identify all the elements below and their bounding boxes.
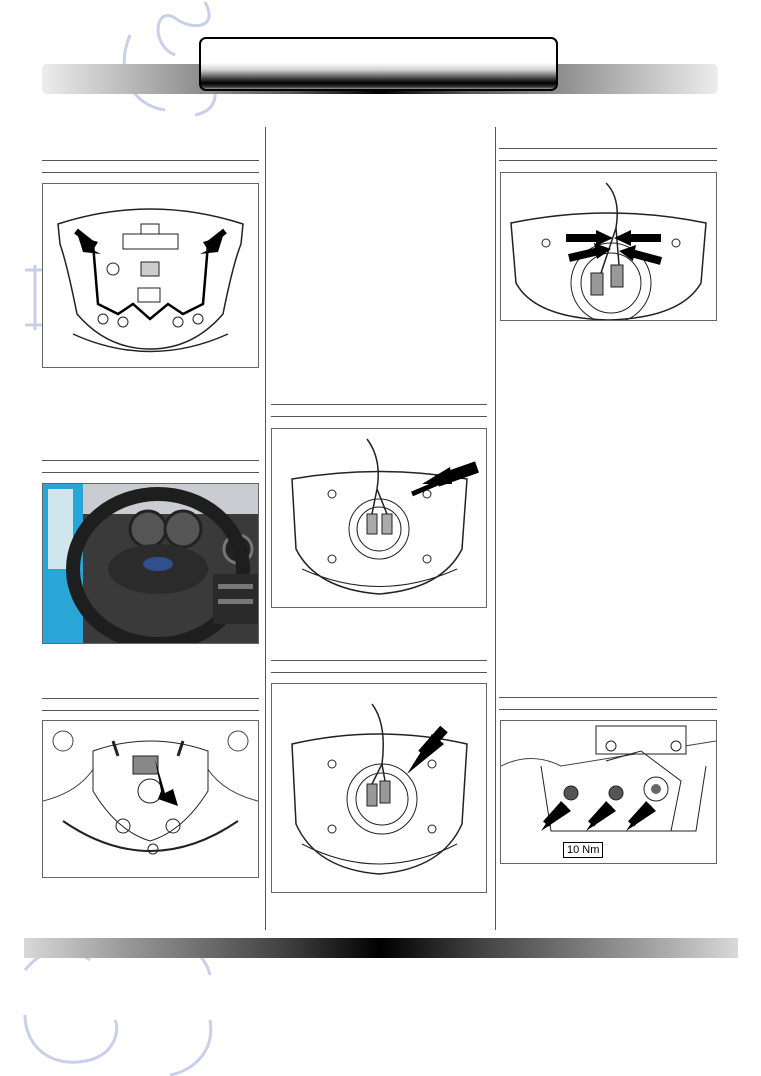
section-rule [271, 672, 487, 673]
section-rule [271, 416, 487, 417]
steering-wheel-back-illustration [43, 730, 258, 855]
section-rule [42, 172, 259, 173]
steering-wheel-photo-illustration [43, 484, 258, 643]
figure-airbag-clips [500, 172, 717, 321]
figure-airbag-harness [271, 428, 487, 608]
airbag-clips-illustration [510, 182, 707, 320]
figure-airbag-connectors [271, 683, 487, 893]
figure-steering-wheel-photo [42, 483, 259, 644]
column-divider-right [495, 127, 496, 930]
section-rule [271, 660, 487, 661]
torque-spec-label: 10 Nm [563, 842, 604, 858]
figure-wheel-connector [42, 720, 259, 878]
section-rule [42, 698, 259, 699]
section-rule [499, 160, 717, 161]
watermark-top-logo [122, 1, 217, 117]
figure-airbag-rear-arrows [42, 183, 259, 368]
airbag-connector-illustration [291, 703, 468, 875]
section-rule [499, 709, 717, 710]
header-title-box [199, 37, 558, 91]
section-rule [499, 148, 717, 149]
bracket-bolts-illustration [501, 725, 716, 832]
section-rule [42, 472, 259, 473]
figure-bracket-bolts [500, 720, 717, 864]
section-rule [42, 710, 259, 711]
footer-gradient-bar [24, 938, 738, 958]
section-rule [499, 697, 717, 698]
section-rule [42, 460, 259, 461]
airbag-harness-illustration [291, 438, 479, 595]
section-rule [42, 160, 259, 161]
section-rule [271, 404, 487, 405]
column-divider-left [265, 127, 266, 930]
airbag-rear-view-illustration [57, 208, 244, 353]
